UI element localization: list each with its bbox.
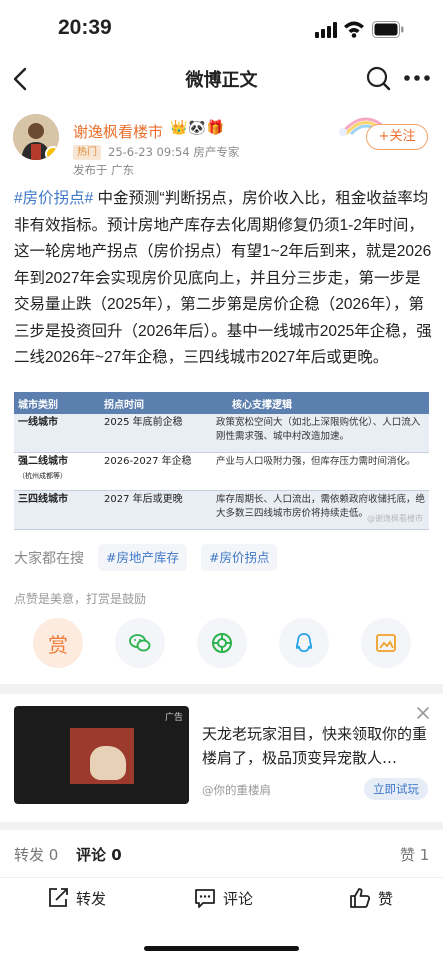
forward-button[interactable]: 转发 xyxy=(46,886,116,910)
post-location: 发布于 广东 xyxy=(73,163,135,177)
follow-button[interactable]: +关注 xyxy=(366,124,428,150)
wifi-icon xyxy=(344,21,364,38)
trending-search-row: 大家都在搜 #房地产库存 #房价拐点 xyxy=(14,544,434,572)
more-icon[interactable] xyxy=(402,68,432,88)
wechat-icon xyxy=(129,634,151,652)
comment-label: 评论 xyxy=(223,890,254,908)
table-cell-time: 2025 年底前企稳 xyxy=(100,414,212,453)
share-moments-button[interactable] xyxy=(197,618,247,668)
hashtag-link[interactable]: #房价拐点# xyxy=(14,190,93,207)
ad-try-button[interactable]: 立即试玩 xyxy=(364,778,428,800)
table-cell-logic: 政策宽松空间大（如北上深限购优化）、人口流入刚性需求强、城中村改造加速。 xyxy=(212,414,429,453)
home-indicator xyxy=(144,946,299,951)
forecast-table: 城市类别 拐点时间 核心支撑逻辑 一线城市 2025 年底前企稳 政策宽松空间大… xyxy=(14,392,429,530)
author-header: 谢逸枫看楼市 👑🐼🎁 热门 25-6-23 09:54 房产专家 发布于 广东 … xyxy=(0,108,443,180)
image-watermark: @谢逸枫看楼市 xyxy=(367,514,423,523)
nav-bar: 微博正文 xyxy=(0,58,443,100)
post-text: 中金预测“判断拐点，房价收入比，租金收益率均非有效指标。预计房地产库存去化周期修… xyxy=(14,190,432,366)
post-meta: 25-6-23 09:54 房产专家 xyxy=(108,145,240,159)
post-table-image[interactable]: 城市类别 拐点时间 核心支撑逻辑 一线城市 2025 年底前企稳 政策宽松空间大… xyxy=(14,392,429,530)
ad-source: @你的重楼肩 xyxy=(202,783,271,797)
ad-label: 广告 xyxy=(164,713,183,723)
ad-image[interactable]: 广告 xyxy=(14,706,189,804)
table-header-logic: 核心支撑逻辑 xyxy=(212,392,429,414)
author-name[interactable]: 谢逸枫看楼市 xyxy=(73,121,163,142)
table-cell-category: 强二线城市 （杭州成都等） xyxy=(14,452,100,492)
post-body: #房价拐点# 中金预测“判断拐点，房价收入比，租金收益率均非有效指标。预计房地产… xyxy=(14,186,432,372)
tab-comments[interactable]: 评论 0 xyxy=(76,844,122,865)
reward-icon: 赏 xyxy=(48,633,68,657)
share-wechat-button[interactable] xyxy=(115,618,165,668)
like-button[interactable]: 赞 xyxy=(348,886,408,910)
bottom-action-bar: 转发 评论 赞 xyxy=(0,878,443,918)
table-cell-time: 2027 年后或更晚 xyxy=(100,490,212,530)
status-time: 20:39 xyxy=(58,16,112,39)
ad-card[interactable]: 广告 天龙老玩家泪目，快来领取你的重楼肩了，极品顶变异宠散人… @你的重楼肩 立… xyxy=(0,694,443,822)
table-header-category: 城市类别 xyxy=(14,392,100,414)
search-chip[interactable]: #房价拐点 xyxy=(201,544,278,571)
forward-icon xyxy=(49,888,68,907)
thumbs-up-icon xyxy=(350,888,371,908)
table-header-time: 拐点时间 xyxy=(100,392,212,414)
search-chip[interactable]: #房地产库存 xyxy=(98,544,187,571)
ad-picture-subject xyxy=(90,746,126,780)
tab-likes[interactable]: 赞 1 xyxy=(400,844,429,865)
forward-label: 转发 xyxy=(76,890,107,908)
ad-text: 天龙老玩家泪目，快来领取你的重楼肩了，极品顶变异宠散人… xyxy=(202,725,428,767)
comment-icon xyxy=(195,889,215,908)
save-image-icon xyxy=(376,634,396,652)
avatar[interactable] xyxy=(13,114,59,160)
section-divider xyxy=(0,822,443,830)
battery-icon xyxy=(372,21,404,38)
table-cell-logic: 产业与人口吸附力强，但库存压力需时间消化。 xyxy=(212,452,429,492)
section-divider xyxy=(0,684,443,694)
author-emoji-badges: 👑🐼🎁 xyxy=(170,120,226,136)
reward-tip: 点赞是美意，打赏是鼓励 xyxy=(14,592,147,606)
search-icon[interactable] xyxy=(364,64,392,92)
share-qq-button[interactable] xyxy=(279,618,329,668)
interaction-tabs: 转发 0 评论 0 赞 1 xyxy=(0,830,443,878)
comment-button[interactable]: 评论 xyxy=(193,886,263,910)
verified-badge-icon xyxy=(45,146,59,160)
table-row: 一线城市 2025 年底前企稳 政策宽松空间大（如北上深限购优化）、人口流入刚性… xyxy=(14,414,429,453)
moments-icon xyxy=(212,633,232,653)
hot-badge: 热门 xyxy=(73,145,101,160)
status-bar: 20:39 xyxy=(0,0,443,58)
table-cell-time: 2026-2027 年企稳 xyxy=(100,452,212,492)
table-row: 强二线城市 （杭州成都等） 2026-2027 年企稳 产业与人口吸附力强，但库存… xyxy=(14,452,429,492)
qq-icon xyxy=(295,633,313,652)
tab-forward[interactable]: 转发 0 xyxy=(14,844,58,865)
table-cell-category: 一线城市 xyxy=(14,414,100,453)
share-icon-row: 赏 xyxy=(0,618,443,674)
trending-search-label: 大家都在搜 xyxy=(14,551,84,567)
like-label: 赞 xyxy=(378,890,394,908)
cellular-signal-icon xyxy=(315,22,337,38)
reward-button[interactable]: 赏 xyxy=(33,618,83,668)
close-icon[interactable] xyxy=(416,706,430,720)
table-cell-category: 三四线城市 xyxy=(14,490,100,530)
save-image-button[interactable] xyxy=(361,618,411,668)
